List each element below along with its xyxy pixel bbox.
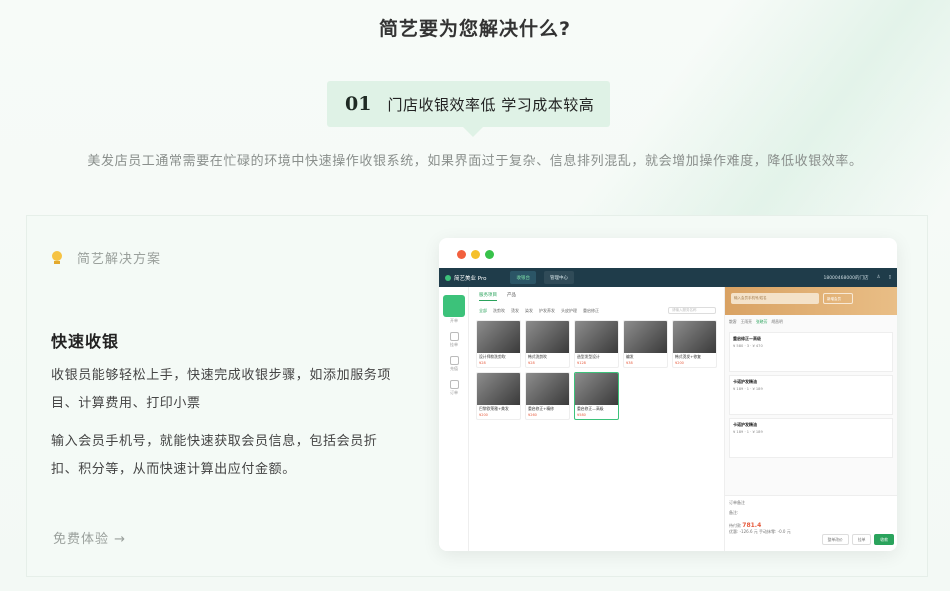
subtab-products: 产品 (507, 293, 516, 298)
service-card: 设计师款洗剪吹 ¥28 (476, 320, 521, 368)
device-icon: ▯ (888, 274, 891, 280)
page-title: 简艺要为您解决什么? (378, 18, 572, 40)
staff-tab: 胡昌明 (771, 319, 783, 324)
order-line: 卡诺护发精油 ¥ 189 · 1 · ¥ 189 (729, 418, 893, 458)
problem-number: 01 (345, 93, 372, 115)
staff-tab: 王雨亮 (740, 319, 752, 324)
category-item: 洗剪吹 (493, 307, 505, 313)
subtab-services: 服务项目 (479, 292, 497, 301)
nav-item-orders: 订单 (439, 380, 469, 396)
checkout-button: 收款 (874, 534, 894, 545)
service-photo (526, 373, 569, 405)
free-trial-link[interactable]: 免费体验 → (53, 528, 126, 547)
staff-tabs: 散客 王雨亮 张晓芳 胡昌明 (725, 315, 897, 329)
feature-paragraph-2: 输入会员手机号，就能快速获取会员信息，包括会员折扣、积分等，从而快速计算出应付金… (51, 434, 378, 477)
member-lookup-bar: 输入会员手机号/姓名 新增会员 (725, 287, 897, 315)
service-categories: 全部 洗剪吹 烫发 染发 护发养发 头皮护理 重启修正 请输入服务名称 (471, 301, 724, 314)
tab-cashier: 收银台 (510, 271, 536, 284)
window-controls (457, 250, 494, 259)
brand-name: 简艺美业 Pro (454, 275, 487, 282)
lightbulb-icon (51, 250, 63, 265)
remark-label: 备注: (729, 510, 739, 515)
tab-management: 管理中心 (543, 271, 574, 284)
app-screenshot-mockup: 简艺美业 Pro 收银台 管理中心 18000468000的门店 ♙ ▯ 开单 … (439, 238, 897, 551)
store-name: 18000468000的门店 (823, 275, 869, 281)
app-order-panel: 输入会员手机号/姓名 新增会员 散客 王雨亮 张晓芳 胡昌明 重启修正—高级 ¥… (724, 287, 897, 551)
orders-icon (449, 380, 459, 389)
service-photo (526, 321, 569, 353)
store-info: 18000468000的门店 ♙ ▯ (823, 275, 891, 281)
service-card: 重启修正+精修 ¥260 (525, 372, 570, 420)
order-line: 重启修正—高级 ¥ 580 · 3 · ¥ 470 (729, 332, 893, 372)
order-actions: 整单改价 挂单 收款 (821, 534, 894, 545)
feature-title: 快速收银 (51, 332, 120, 351)
hold-order-button: 挂单 (851, 534, 872, 545)
solution-header: 简艺解决方案 (51, 248, 161, 267)
problem-description: 美发店员工通常需要在忙碌的环境中快速操作收银系统，如果界面过于复杂、信息排列混乱… (87, 154, 863, 169)
category-item: 重启修正 (583, 307, 599, 313)
category-item: 烫发 (511, 307, 519, 313)
service-photo (477, 321, 520, 353)
cashier-icon (443, 295, 465, 317)
service-photo (673, 321, 716, 353)
staff-tab: 张晓芳 (755, 319, 768, 324)
order-remark: 订单备注 (729, 500, 745, 505)
minimize-dot-icon (471, 250, 480, 259)
recharge-icon (449, 356, 459, 365)
category-item: 护发养发 (539, 307, 555, 313)
service-search-input: 请输入服务名称 (668, 307, 716, 314)
order-footer: 订单备注 备注: 待付款 781.4 优惠: -126.6 元 手动抹零: -0… (725, 495, 897, 551)
change-price-button: 整单改价 (821, 534, 849, 545)
problem-tag: 01 门店收银效率低 学习成本较高 (327, 81, 610, 137)
category-all: 全部 (479, 307, 487, 313)
service-card: 韩式洗剪吹 ¥28 (525, 320, 570, 368)
service-card: 巴黎欧莱雅+美发 ¥200 (476, 372, 521, 420)
service-photo (575, 321, 618, 353)
service-photo (624, 321, 667, 353)
app-brand: 简艺美业 Pro (445, 274, 486, 282)
service-card-grid: 设计师款洗剪吹 ¥28 韩式洗剪吹 ¥28 造型发型设计 ¥128 编发 ¥38 韩式烫… (471, 314, 724, 426)
service-photo (575, 373, 618, 405)
service-card: 造型发型设计 ¥128 (574, 320, 619, 368)
category-item: 头皮护理 (561, 307, 577, 313)
user-icon: ♙ (876, 274, 881, 280)
solution-label: 简艺解决方案 (77, 252, 162, 267)
order-line: 卡诺护发精油 ¥ 189 · 1 · ¥ 189 (729, 375, 893, 415)
hold-icon (449, 332, 459, 341)
service-card: 编发 ¥38 (623, 320, 668, 368)
problem-title: 门店收银效率低 学习成本较高 (387, 95, 595, 114)
app-service-panel: 服务项目 产品 全部 洗剪吹 烫发 染发 护发养发 头皮护理 重启修正 请输入服… (471, 287, 724, 551)
service-card-selected: 重启修正—高级 ¥580 (574, 372, 619, 420)
service-card: 韩式烫发+修复 ¥200 (672, 320, 717, 368)
nav-item-recharge: 充值 (439, 356, 469, 372)
service-photo (477, 373, 520, 405)
nav-item-hold: 挂单 (439, 332, 469, 348)
maximize-dot-icon (485, 250, 494, 259)
category-item: 染发 (525, 307, 533, 313)
feature-paragraph-1: 收银员能够轻松上手，快速完成收银步骤，如添加服务项目、计算费用、打印小票 (51, 368, 392, 411)
service-subtabs: 服务项目 产品 (471, 287, 724, 301)
member-search-input: 输入会员手机号/姓名 (731, 293, 819, 304)
staff-tab: 散客 (729, 319, 737, 324)
app-left-nav: 开单 挂单 充值 订单 (439, 287, 469, 551)
app-topbar: 简艺美业 Pro 收银台 管理中心 18000468000的门店 ♙ ▯ (439, 268, 897, 287)
nav-item-open-order: 开单 (439, 295, 469, 324)
close-dot-icon (457, 250, 466, 259)
add-member-button: 新增会员 (823, 293, 853, 304)
brand-logo-icon (445, 274, 451, 281)
order-total: 待付款 781.4 (729, 522, 762, 529)
